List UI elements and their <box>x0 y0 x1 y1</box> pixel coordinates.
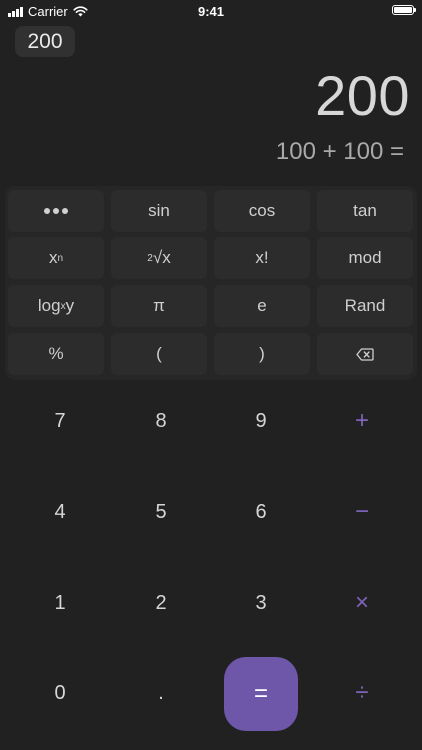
cos-button[interactable]: cos <box>214 190 310 232</box>
more-button[interactable] <box>8 190 104 232</box>
backspace-icon <box>356 347 374 361</box>
digit-6-button[interactable]: 6 <box>221 482 301 542</box>
decimal-button[interactable]: . <box>121 663 201 723</box>
digit-7-button[interactable]: 7 <box>20 391 100 451</box>
percent-button[interactable]: % <box>8 333 104 375</box>
digit-5-button[interactable]: 5 <box>121 482 201 542</box>
e-button[interactable]: e <box>214 285 310 327</box>
status-time: 9:41 <box>197 4 225 19</box>
power-exponent: n <box>57 252 64 264</box>
tan-button[interactable]: tan <box>317 190 413 232</box>
multiply-button[interactable]: × <box>322 573 402 633</box>
power-button[interactable]: xn <box>8 237 104 279</box>
battery-icon <box>392 5 416 15</box>
scientific-keypad: sin cos tan xn 2 √x x! mod log x y π e Rand… <box>5 186 417 380</box>
backspace-button[interactable] <box>317 333 413 375</box>
pi-button[interactable]: π <box>111 285 207 327</box>
rand-button[interactable]: Rand <box>317 285 413 327</box>
root-radicand: √x <box>152 248 171 267</box>
digit-3-button[interactable]: 3 <box>221 573 301 633</box>
open-paren-button[interactable]: ( <box>111 333 207 375</box>
display-expression: 100 + 100 = <box>275 138 404 165</box>
power-base: x <box>48 248 58 267</box>
mod-button[interactable]: mod <box>317 237 413 279</box>
plus-button[interactable]: + <box>322 391 402 451</box>
display-result: 200 <box>315 64 410 127</box>
factorial-button[interactable]: x! <box>214 237 310 279</box>
divide-button[interactable]: ÷ <box>322 663 402 723</box>
equals-button[interactable]: = <box>224 657 298 731</box>
more-dots-icon <box>44 208 68 214</box>
digit-1-button[interactable]: 1 <box>20 573 100 633</box>
close-paren-button[interactable]: ) <box>214 333 310 375</box>
log-base-label: log <box>37 296 61 315</box>
digit-4-button[interactable]: 4 <box>20 482 100 542</box>
digit-2-button[interactable]: 2 <box>121 573 201 633</box>
log-button[interactable]: log x y <box>8 285 104 327</box>
digit-8-button[interactable]: 8 <box>121 391 201 451</box>
root-button[interactable]: 2 √x <box>111 237 207 279</box>
memory-value-chip[interactable]: 200 <box>15 26 75 57</box>
sin-button[interactable]: sin <box>111 190 207 232</box>
status-bar: Carrier 9:41 <box>0 0 422 22</box>
minus-button[interactable]: − <box>322 482 402 542</box>
digit-0-button[interactable]: 0 <box>20 663 100 723</box>
log-argument: y <box>65 296 75 315</box>
digit-9-button[interactable]: 9 <box>221 391 301 451</box>
